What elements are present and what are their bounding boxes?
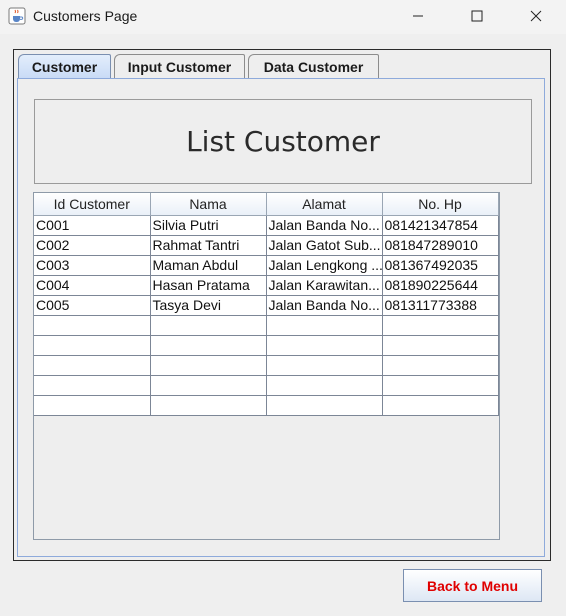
- table-cell[interactable]: C003: [34, 255, 151, 276]
- table-cell[interactable]: [266, 315, 383, 336]
- table-cell[interactable]: 081421347854: [382, 215, 499, 236]
- table-cell[interactable]: Maman Abdul: [150, 255, 267, 276]
- page-title: List Customer: [186, 125, 380, 158]
- table-cell[interactable]: C001: [34, 215, 151, 236]
- table-header-row: Id Customer Nama Alamat No. Hp: [34, 193, 499, 216]
- table-cell[interactable]: 081890225644: [382, 275, 499, 296]
- tab-data-customer[interactable]: Data Customer: [248, 54, 379, 78]
- back-to-menu-button[interactable]: Back to Menu: [403, 569, 542, 602]
- minimize-icon: [413, 15, 423, 17]
- table-cell[interactable]: [266, 375, 383, 396]
- tab-input-customer[interactable]: Input Customer: [114, 54, 245, 78]
- customer-table-scrollpane[interactable]: Id Customer Nama Alamat No. Hp C001 Silvi…: [33, 192, 500, 540]
- table-cell[interactable]: [150, 395, 267, 416]
- table-cell[interactable]: [34, 355, 151, 376]
- column-header-id[interactable]: Id Customer: [34, 193, 151, 216]
- table-cell[interactable]: Jalan Lengkong ...: [266, 255, 383, 276]
- close-button[interactable]: [513, 0, 559, 32]
- maximize-button[interactable]: [454, 0, 500, 32]
- window-title: Customers Page: [33, 8, 138, 24]
- table-cell[interactable]: 081311773388: [382, 295, 499, 316]
- table-row[interactable]: [34, 335, 499, 356]
- table-row[interactable]: C005 Tasya Devi Jalan Banda No... 081311773…: [34, 295, 499, 316]
- table-cell[interactable]: [382, 335, 499, 356]
- table-cell[interactable]: C002: [34, 235, 151, 256]
- table-cell[interactable]: [34, 335, 151, 356]
- table-cell[interactable]: 081367492035: [382, 255, 499, 276]
- java-cup-icon: [8, 7, 26, 25]
- table-row[interactable]: C002 Rahmat Tantri Jalan Gatot Sub... 08184…: [34, 235, 499, 256]
- table-row[interactable]: C003 Maman Abdul Jalan Lengkong ... 0813674…: [34, 255, 499, 276]
- table-row[interactable]: [34, 375, 499, 396]
- table-cell[interactable]: C005: [34, 295, 151, 316]
- table-cell[interactable]: [266, 355, 383, 376]
- table-cell[interactable]: Hasan Pratama: [150, 275, 267, 296]
- customer-table[interactable]: Id Customer Nama Alamat No. Hp C001 Silvi…: [34, 193, 499, 416]
- main-frame: Customer Input Customer Data Customer Li…: [13, 49, 551, 561]
- customer-tab-panel: List Customer Id Customer Nama Alamat No…: [17, 78, 545, 557]
- maximize-icon: [471, 10, 483, 22]
- column-header-alamat[interactable]: Alamat: [266, 193, 383, 216]
- table-cell[interactable]: C004: [34, 275, 151, 296]
- table-row[interactable]: [34, 395, 499, 416]
- table-cell[interactable]: [34, 395, 151, 416]
- column-header-nama[interactable]: Nama: [150, 193, 267, 216]
- table-cell[interactable]: Jalan Banda No...: [266, 215, 383, 236]
- column-header-nohp[interactable]: No. Hp: [382, 193, 499, 216]
- table-cell[interactable]: Silvia Putri: [150, 215, 267, 236]
- table-cell[interactable]: [266, 395, 383, 416]
- table-cell[interactable]: [382, 395, 499, 416]
- table-cell[interactable]: [34, 375, 151, 396]
- minimize-button[interactable]: [395, 0, 441, 32]
- table-cell[interactable]: Rahmat Tantri: [150, 235, 267, 256]
- table-row[interactable]: [34, 315, 499, 336]
- table-cell[interactable]: 081847289010: [382, 235, 499, 256]
- table-cell[interactable]: [382, 355, 499, 376]
- table-cell[interactable]: Jalan Karawitan...: [266, 275, 383, 296]
- table-cell[interactable]: [266, 335, 383, 356]
- table-cell[interactable]: Jalan Gatot Sub...: [266, 235, 383, 256]
- table-row[interactable]: [34, 355, 499, 376]
- tab-customer[interactable]: Customer: [18, 54, 111, 78]
- table-cell[interactable]: [34, 315, 151, 336]
- table-cell[interactable]: [382, 375, 499, 396]
- header-box: List Customer: [34, 99, 532, 184]
- table-cell[interactable]: Jalan Banda No...: [266, 295, 383, 316]
- table-cell[interactable]: [150, 355, 267, 376]
- table-cell[interactable]: [150, 375, 267, 396]
- table-cell[interactable]: [150, 335, 267, 356]
- title-bar: Customers Page: [0, 0, 566, 34]
- close-icon: [530, 10, 542, 22]
- table-cell[interactable]: [382, 315, 499, 336]
- table-cell[interactable]: [150, 315, 267, 336]
- table-row[interactable]: C001 Silvia Putri Jalan Banda No... 0814213…: [34, 215, 499, 236]
- table-cell[interactable]: Tasya Devi: [150, 295, 267, 316]
- table-row[interactable]: C004 Hasan Pratama Jalan Karawitan... 08189…: [34, 275, 499, 296]
